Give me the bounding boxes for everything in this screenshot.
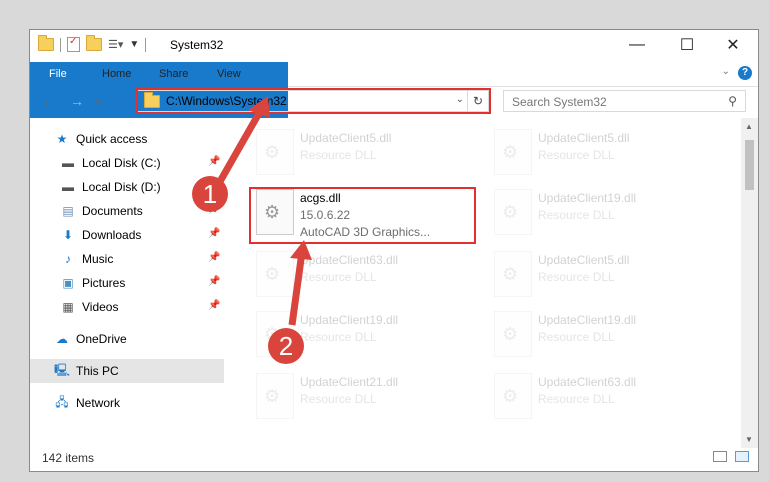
step-badge-2: 2 [268, 328, 304, 364]
arrow-to-selected-file [288, 251, 306, 326]
annotation-arrows [214, 96, 312, 326]
step-badge-1: 1 [192, 176, 228, 212]
arrowhead-icon [290, 240, 312, 260]
arrow-to-address-bar [214, 106, 266, 187]
